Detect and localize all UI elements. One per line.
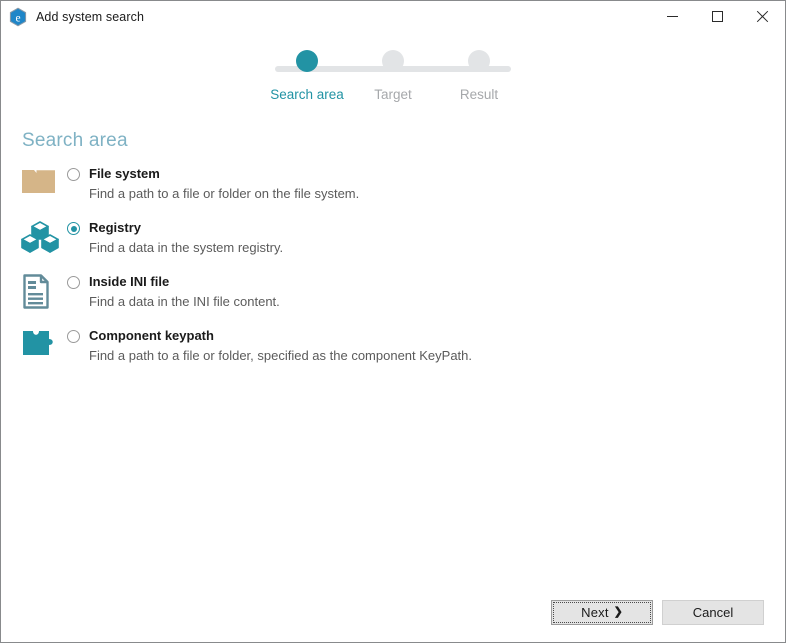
chevron-right-icon: ❯ [613,605,623,618]
registry-cubes-icon [21,218,67,254]
option-title-file-system: File system [89,166,160,181]
app-hexagon-icon: e [7,6,29,28]
next-button-label: Next [581,604,609,620]
window-controls [650,1,785,32]
option-description-component-keypath: Find a path to a file or folder, specifi… [89,348,473,363]
step-label-target: Target [374,87,412,102]
radio-component-keypath[interactable] [67,330,80,343]
option-file-system[interactable]: File system Find a path to a file or fol… [21,164,785,208]
window-title: Add system search [36,9,144,24]
step-label-search-area: Search area [270,87,344,102]
puzzle-piece-icon [21,326,67,360]
ini-document-icon [21,272,67,310]
dialog-window: e Add system search Search area Target R… [0,0,786,643]
option-description-file-system: Find a path to a file or folder on the f… [89,186,360,201]
svg-text:e: e [15,12,20,24]
dialog-footer: Next ❯ Cancel [1,582,785,642]
option-title-component-keypath: Component keypath [89,328,214,343]
search-area-option-list: File system Find a path to a file or fol… [21,164,785,370]
step-target[interactable]: Target [350,50,436,102]
step-dot-search-area [296,50,318,72]
option-title-inside-ini-file: Inside INI file [89,274,170,289]
radio-inside-ini-file[interactable] [67,276,80,289]
option-description-registry: Find a data in the system registry. [89,240,284,255]
step-result[interactable]: Result [436,50,522,102]
folder-icon [21,164,67,196]
wizard-stepper: Search area Target Result [264,50,522,118]
option-description-inside-ini-file: Find a data in the INI file content. [89,294,280,309]
step-search-area[interactable]: Search area [264,50,350,102]
option-inside-ini-file[interactable]: Inside INI file Find a data in the INI f… [21,272,785,316]
minimize-button[interactable] [650,1,695,32]
step-dot-result [468,50,490,72]
cancel-button-label: Cancel [692,604,734,620]
option-title-registry: Registry [89,220,142,235]
radio-file-system[interactable] [67,168,80,181]
option-component-keypath[interactable]: Component keypath Find a path to a file … [21,326,785,370]
maximize-icon [712,11,723,22]
close-button[interactable] [740,1,785,32]
main-content: Search area File system Find a path to a… [1,118,785,582]
option-registry[interactable]: Registry Find a data in the system regis… [21,218,785,262]
close-icon [756,10,769,23]
cancel-button[interactable]: Cancel [662,599,764,625]
step-dot-target [382,50,404,72]
step-label-result: Result [459,87,499,102]
page-title: Search area [22,130,128,151]
minimize-icon [667,16,678,17]
maximize-button[interactable] [695,1,740,32]
radio-registry[interactable] [67,222,80,235]
title-bar: e Add system search [1,1,785,32]
next-button[interactable]: Next ❯ [551,599,653,625]
